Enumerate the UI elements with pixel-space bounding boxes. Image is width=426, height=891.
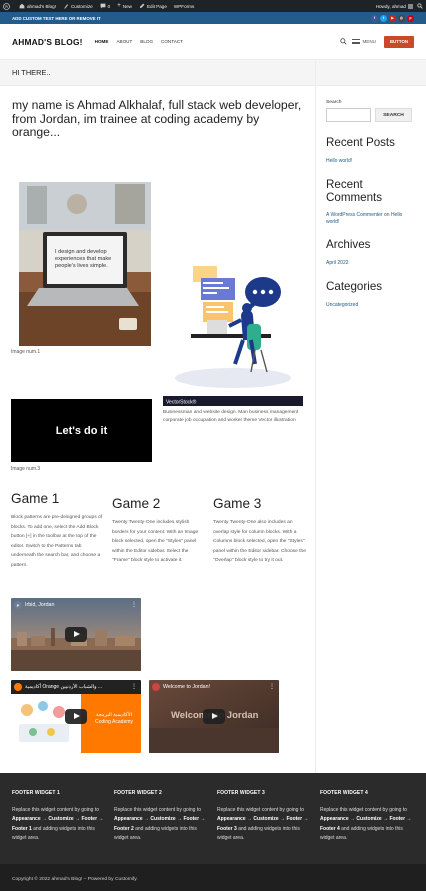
top-bar-text: ADD CUSTOM TEXT HERE OR REMOVE IT: [12, 15, 101, 21]
game-1-text: Block patterns are pre-designed groups o…: [11, 515, 103, 568]
video-1-title[interactable]: Irbid, Jordan: [25, 602, 54, 608]
laptop-screen-text: I design and develop: [55, 249, 107, 255]
search-input[interactable]: [326, 108, 371, 122]
twitter-icon[interactable]: t: [380, 14, 387, 22]
video-2-header: أكاديمية Orange والشباب الأردنيين ...: [14, 683, 102, 691]
sidebar-divider: [315, 60, 316, 773]
category-link[interactable]: Uncategorized: [326, 302, 358, 308]
footer-widget-3-title: FOOTER WIDGET 3: [217, 790, 265, 796]
brush-icon: [64, 4, 69, 9]
main-nav: HOME ABOUT BLOG CONTACT: [95, 39, 183, 44]
site-logo[interactable]: AHMAD'S BLOG!: [12, 37, 83, 47]
video-2-overlay: الأكاديمية البرمجة Coding Academy: [95, 712, 133, 725]
nav-contact[interactable]: CONTACT: [161, 39, 183, 44]
play-button-icon[interactable]: [65, 627, 87, 642]
admin-bar: W ahmad's Blog! Customize 0 + New Edit P…: [0, 0, 426, 12]
recent-post-link[interactable]: Hello world!: [326, 158, 352, 164]
video-3-header: Welcome to Jordan!: [152, 683, 210, 691]
search-icon[interactable]: [340, 38, 348, 45]
recent-comments-title: Recent Comments: [326, 178, 383, 205]
home-icon: [19, 3, 25, 9]
facebook-icon[interactable]: f: [371, 14, 378, 22]
plus-icon: +: [117, 3, 121, 9]
copyright-bar: Copyright © 2022 ahmad's Blog! – Powered…: [0, 864, 426, 891]
admin-site-name[interactable]: ahmad's Blog!: [19, 3, 56, 9]
avatar: [408, 3, 413, 9]
copyright-text: Copyright © 2022 ahmad's Blog! – Powered…: [12, 877, 114, 882]
page-title-band: HI THERE..: [0, 60, 426, 86]
image-2-caption: Businessman and website design. Man busi…: [163, 410, 299, 423]
header-button[interactable]: BUTTON: [384, 35, 414, 48]
video-2-title[interactable]: أكاديمية Orange والشباب الأردنيين ...: [25, 684, 102, 690]
footer-widget-4-title: FOOTER WIDGET 4: [320, 790, 368, 796]
admin-customize[interactable]: Customize: [63, 3, 93, 9]
video-embed-welcome-jordan[interactable]: Welcome to Jordan! ⋮ Welcome to Jordan: [149, 680, 279, 753]
more-options-icon[interactable]: ⋮: [131, 684, 137, 690]
play-button-icon[interactable]: [203, 709, 225, 724]
video-1-header: P Irbid, Jordan: [14, 601, 54, 609]
admin-edit-page[interactable]: Edit Page: [139, 3, 167, 9]
archives-title: Archives: [326, 238, 371, 251]
nav-blog[interactable]: BLOG: [140, 39, 153, 44]
image-1-caption: Image num.1: [11, 349, 41, 355]
more-options-icon[interactable]: ⋮: [269, 684, 275, 690]
video-3-title[interactable]: Welcome to Jordan!: [163, 684, 210, 690]
page: { "admin_bar": { "site_name": "ahmad's B…: [0, 0, 426, 891]
game-2-text: Twenty Twenty-One includes stylish borde…: [112, 520, 199, 563]
hamburger-icon: [352, 39, 361, 44]
game-3-title: Game 3: [213, 496, 262, 511]
comment-icon: [100, 3, 106, 9]
svg-text:W: W: [5, 4, 9, 9]
pencil-icon: [139, 3, 145, 9]
footer-widget-1-title: FOOTER WIDGET 1: [12, 790, 60, 796]
footer-widget-3: FOOTER WIDGET 3 Replace this widget cont…: [217, 790, 313, 844]
game-3-text: Twenty Twenty-One also includes an overl…: [213, 520, 306, 563]
page-title: HI THERE..: [12, 68, 51, 77]
admin-comments[interactable]: 0: [100, 3, 110, 9]
footer-widget-2: FOOTER WIDGET 2 Replace this widget cont…: [114, 790, 210, 844]
image-lets-do-it: Let's do it: [11, 399, 152, 462]
recent-posts-title: Recent Posts: [326, 136, 395, 149]
svg-text:people's lives simple.: people's lives simple.: [55, 263, 108, 269]
nav-home[interactable]: HOME: [95, 39, 109, 44]
image-3-caption: Image num.3: [11, 466, 41, 472]
image-laptop: I design and develop experiences that ma…: [19, 182, 151, 346]
social-links: f t ▶ ◎ p: [371, 14, 414, 22]
site-header: AHMAD'S BLOG! HOME ABOUT BLOG CONTACT ME…: [0, 24, 426, 60]
svg-text:experiences that make: experiences that make: [55, 256, 111, 262]
game-1-title: Game 1: [11, 491, 60, 506]
nav-about[interactable]: ABOUT: [116, 39, 132, 44]
youtube-icon[interactable]: ▶: [389, 14, 396, 22]
powered-by-link[interactable]: Customify.: [115, 877, 138, 882]
recent-comment: A WordPress Commenter on Hello world!: [326, 212, 403, 226]
search-icon[interactable]: [417, 3, 423, 9]
search-label: Search: [326, 100, 342, 105]
video-embed-orange-academy[interactable]: أكاديمية Orange والشباب الأردنيين ... ⋮ …: [11, 680, 141, 753]
top-bar: ADD CUSTOM TEXT HERE OR REMOVE IT f t ▶ …: [0, 12, 426, 24]
footer-widget-2-title: FOOTER WIDGET 2: [114, 790, 162, 796]
intro-text: my name is Ahmad Alkhalaf, full stack we…: [12, 98, 302, 140]
archive-link[interactable]: April 2022: [326, 260, 349, 266]
instagram-icon[interactable]: ◎: [398, 14, 405, 22]
vectorstock-brand: VectorStock®: [166, 399, 197, 406]
channel-avatar[interactable]: [152, 683, 160, 691]
video-embed-irbid[interactable]: P Irbid, Jordan ⋮: [11, 598, 141, 671]
admin-wpforms[interactable]: WPForms: [174, 4, 194, 9]
more-options-icon[interactable]: ⋮: [131, 602, 137, 608]
commenter-link[interactable]: A WordPress Commenter: [326, 212, 383, 218]
pinterest-icon[interactable]: p: [407, 14, 414, 22]
footer-widget-4: FOOTER WIDGET 4 Replace this widget cont…: [320, 790, 416, 844]
channel-avatar[interactable]: P: [14, 601, 22, 609]
menu-toggle[interactable]: MENU: [352, 39, 376, 44]
wordpress-logo-icon[interactable]: W: [3, 2, 12, 10]
search-button[interactable]: SEARCH: [375, 108, 412, 122]
image-businessman: VectorStock®: [163, 254, 303, 406]
game-2-title: Game 2: [112, 496, 161, 511]
admin-howdy[interactable]: Howdy, ahmad: [376, 3, 413, 9]
categories-title: Categories: [326, 280, 383, 293]
admin-new[interactable]: + New: [117, 3, 132, 9]
footer-widget-1: FOOTER WIDGET 1 Replace this widget cont…: [12, 790, 108, 844]
channel-avatar[interactable]: [14, 683, 22, 691]
play-button-icon[interactable]: [65, 709, 87, 724]
